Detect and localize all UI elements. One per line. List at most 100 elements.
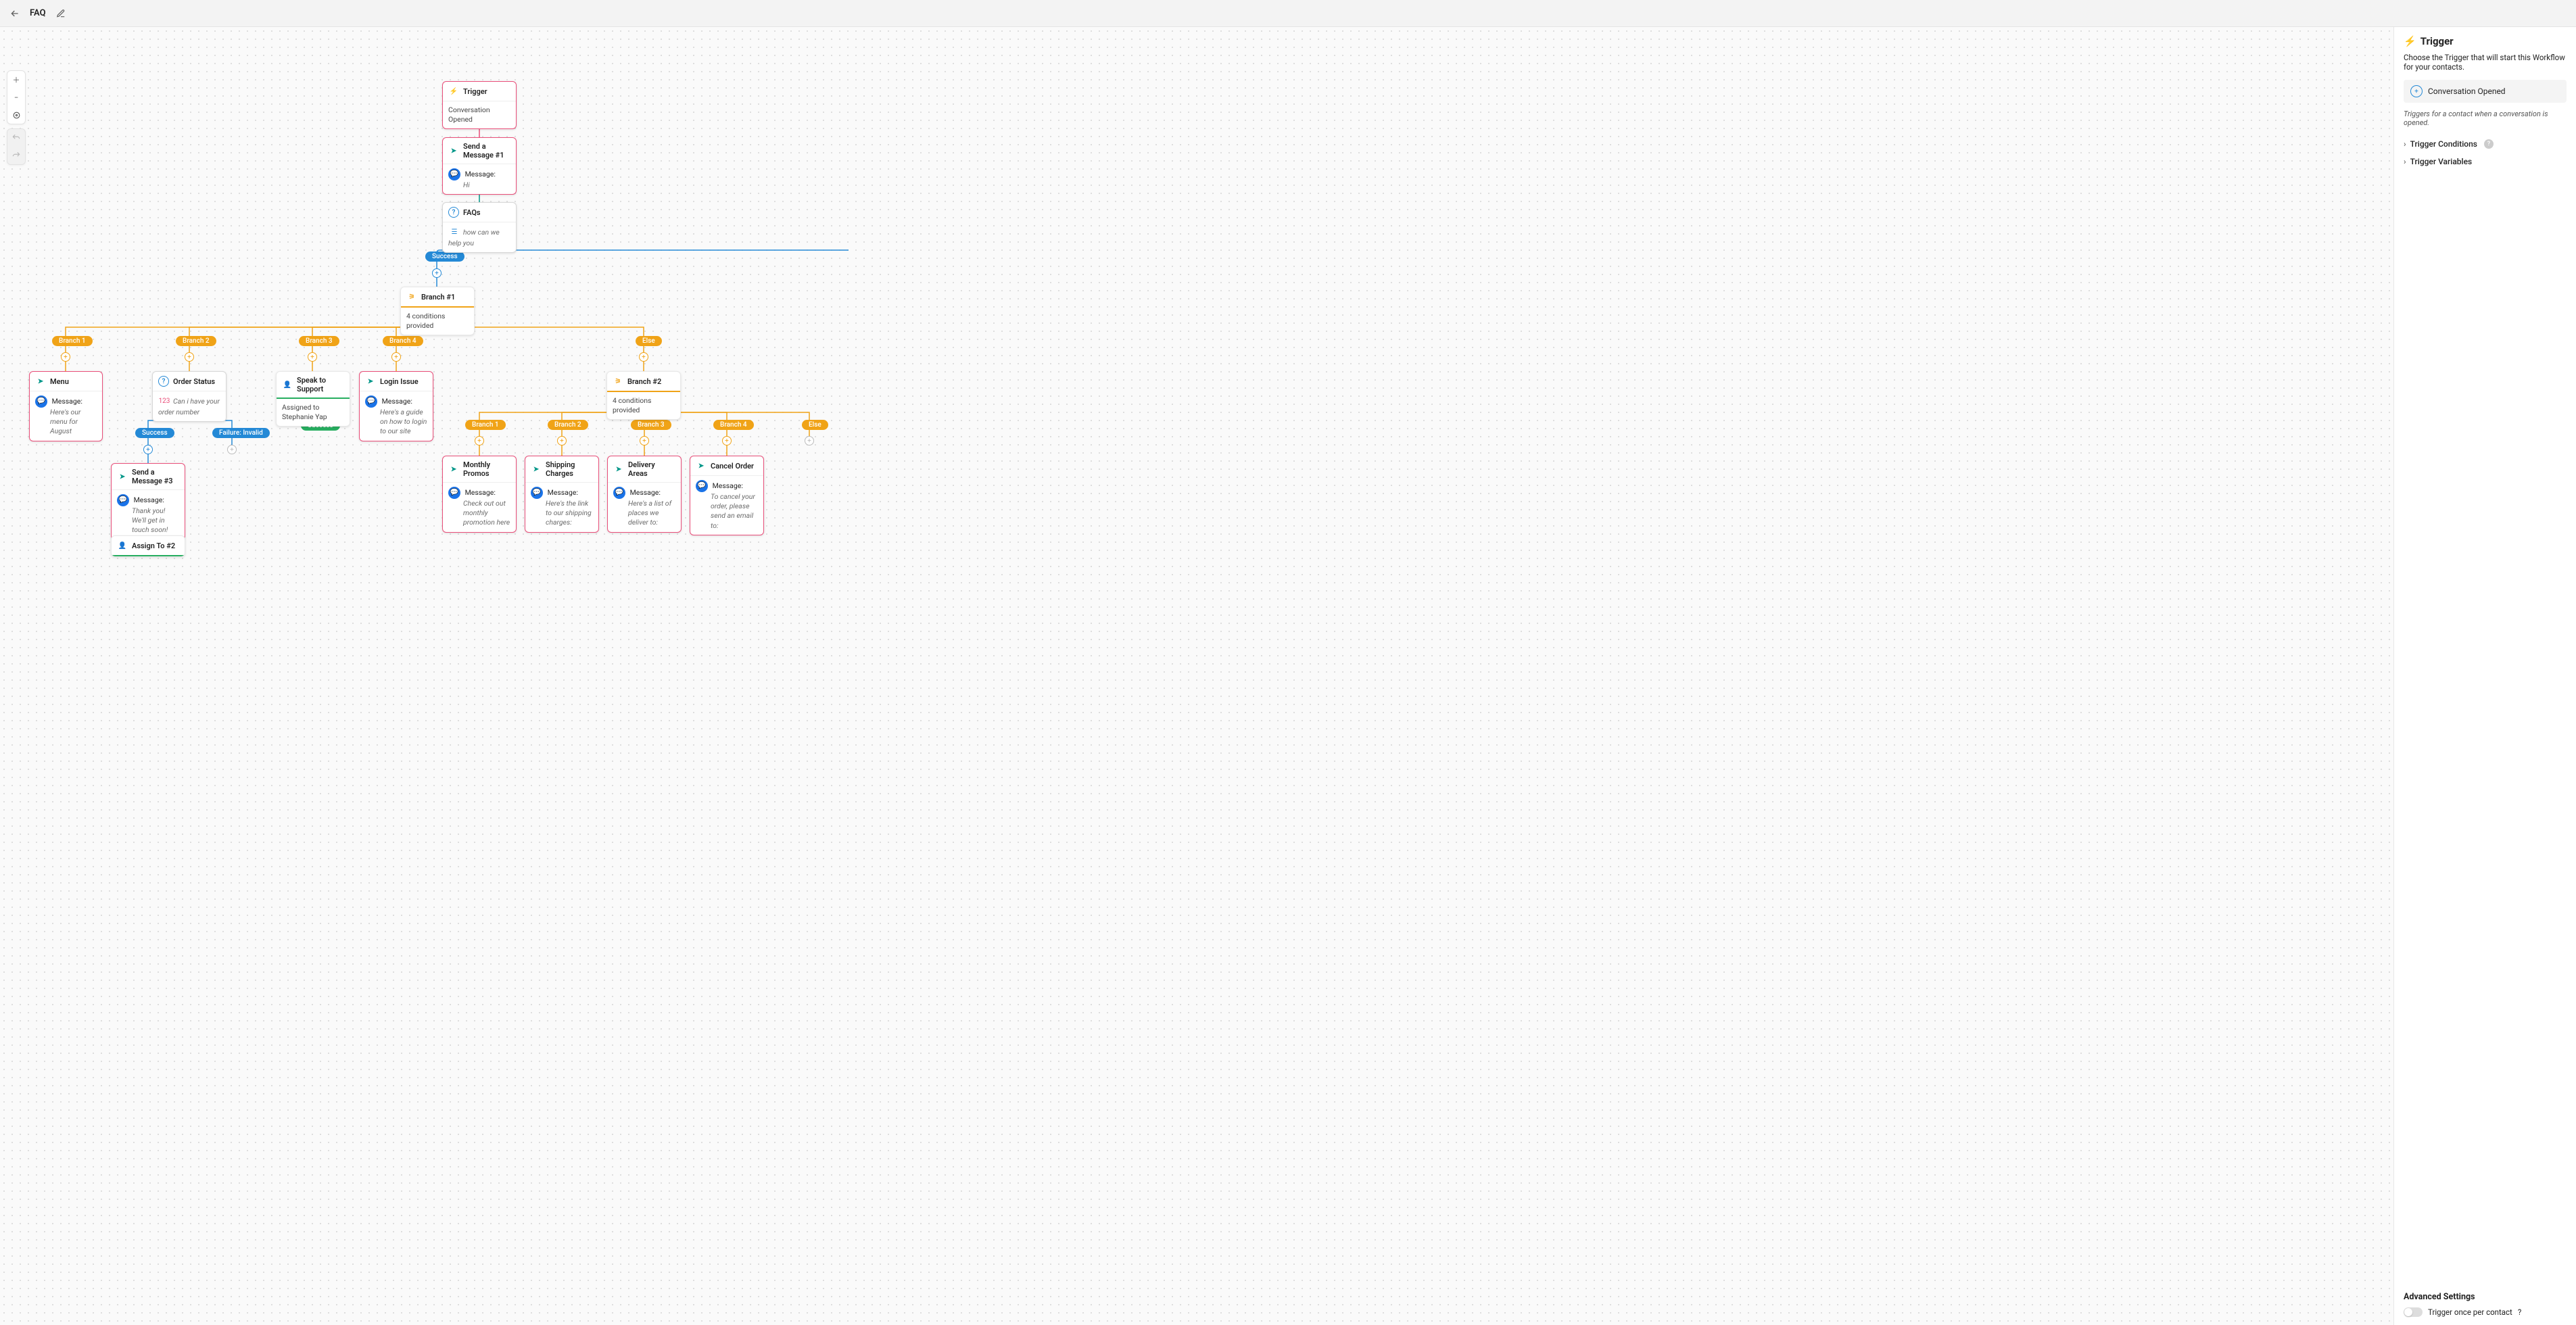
chat-icon: 💬 bbox=[365, 395, 377, 408]
message-text: Here's the link to our shipping charges: bbox=[546, 499, 593, 528]
branch-chip: Branch 3 bbox=[299, 336, 339, 346]
chat-icon: 💬 bbox=[117, 494, 129, 506]
help-icon[interactable]: ? bbox=[2518, 1307, 2521, 1317]
node-title: Send a Message #1 bbox=[463, 142, 510, 160]
node-title: Branch #2 bbox=[627, 377, 661, 386]
chevron-right-icon: › bbox=[2404, 139, 2406, 149]
node-body: 4 conditions provided bbox=[406, 312, 445, 330]
node-title: FAQs bbox=[463, 208, 481, 217]
back-button[interactable] bbox=[5, 4, 24, 23]
add-step-button[interactable]: + bbox=[432, 268, 442, 278]
connectors bbox=[0, 27, 2393, 1325]
branch-chip: Branch 2 bbox=[176, 336, 216, 346]
message-label: Message: bbox=[548, 488, 578, 497]
message-text: Here's our menu for August bbox=[50, 408, 97, 437]
node-body: 4 conditions provided bbox=[613, 396, 651, 414]
page-title: FAQ bbox=[30, 8, 46, 18]
trigger-conditions-toggle[interactable]: › Trigger Conditions ? bbox=[2404, 135, 2567, 153]
number-icon: 123 bbox=[158, 395, 170, 408]
branch-chip: Branch 3 bbox=[631, 420, 671, 430]
branch-chip: Branch 2 bbox=[548, 420, 588, 430]
node-shipping-charges[interactable]: ➤Shipping Charges 💬 Message: Here's the … bbox=[525, 456, 599, 533]
branch-icon: ⚞ bbox=[406, 291, 417, 302]
send-icon: ➤ bbox=[531, 464, 542, 475]
message-text: To cancel your order, please send an ema… bbox=[711, 492, 758, 531]
trigger-panel: ⚡ Trigger Choose the Trigger that will s… bbox=[2393, 27, 2576, 1325]
node-title: Send a Message #3 bbox=[132, 468, 179, 485]
add-step-button[interactable]: + bbox=[639, 352, 648, 362]
add-step-button[interactable]: + bbox=[61, 352, 70, 362]
add-step-button[interactable]: + bbox=[557, 436, 567, 445]
node-title: Login Issue bbox=[380, 377, 419, 386]
node-speak-to-support[interactable]: 👤Speak to Support Assigned to Stephanie … bbox=[276, 371, 350, 427]
node-branch-1[interactable]: ⚞Branch #1 4 conditions provided bbox=[400, 287, 475, 335]
question-icon: ? bbox=[158, 376, 169, 387]
message-label: Message: bbox=[52, 397, 82, 406]
add-step-button[interactable]: + bbox=[308, 352, 317, 362]
panel-title: Trigger bbox=[2420, 35, 2454, 47]
branch-chip: Else bbox=[636, 336, 662, 346]
add-step-button[interactable]: + bbox=[475, 436, 484, 445]
selected-trigger[interactable]: + Conversation Opened bbox=[2404, 80, 2567, 103]
question-icon: ? bbox=[448, 207, 459, 218]
node-login-issue[interactable]: ➤Login Issue 💬 Message: Here's a guide o… bbox=[359, 371, 433, 441]
node-title: Assign To #2 bbox=[132, 541, 175, 550]
message-label: Message: bbox=[465, 170, 496, 178]
node-title: Order Status bbox=[173, 377, 215, 386]
node-body: Assigned to Stephanie Yap bbox=[282, 403, 327, 421]
send-icon: ➤ bbox=[448, 145, 459, 156]
node-title: Speak to Support bbox=[297, 376, 344, 393]
chat-icon: 💬 bbox=[448, 168, 460, 180]
collapser-label: Trigger Conditions bbox=[2410, 139, 2477, 149]
chat-icon: 💬 bbox=[35, 395, 47, 408]
node-assign-to-2[interactable]: 👤 Assign To #2 bbox=[111, 535, 185, 557]
send-icon: ➤ bbox=[117, 471, 128, 482]
trigger-variables-toggle[interactable]: › Trigger Variables bbox=[2404, 153, 2567, 170]
add-step-button[interactable]: + bbox=[640, 436, 649, 445]
edit-title-button[interactable] bbox=[51, 4, 70, 23]
node-body: Conversation Opened bbox=[448, 105, 490, 124]
node-title: Menu bbox=[50, 377, 69, 386]
node-title: Cancel Order bbox=[711, 462, 754, 471]
help-icon[interactable]: ? bbox=[2484, 139, 2494, 149]
node-delivery-areas[interactable]: ➤Delivery Areas 💬 Message: Here's a list… bbox=[607, 456, 682, 533]
add-step-button[interactable]: + bbox=[722, 436, 732, 445]
add-step-button[interactable]: + bbox=[185, 352, 194, 362]
list-icon: ☰ bbox=[448, 226, 460, 239]
node-monthly-promos[interactable]: ➤Monthly Promos 💬 Message: Check out out… bbox=[442, 456, 517, 533]
branch-chip: Branch 1 bbox=[465, 420, 506, 430]
trigger-once-toggle[interactable] bbox=[2404, 1307, 2423, 1317]
node-menu[interactable]: ➤Menu 💬 Message: Here's our menu for Aug… bbox=[29, 371, 103, 441]
trigger-hint: Triggers for a contact when a conversati… bbox=[2404, 110, 2567, 127]
send-icon: ➤ bbox=[365, 376, 376, 387]
node-trigger[interactable]: ⚡Trigger Conversation Opened bbox=[442, 81, 517, 129]
add-step-button[interactable]: + bbox=[391, 352, 401, 362]
node-send-message-3[interactable]: ➤Send a Message #3 💬 Message: Thank you!… bbox=[111, 463, 185, 540]
send-icon: ➤ bbox=[613, 464, 624, 475]
message-label: Message: bbox=[382, 397, 412, 406]
advanced-settings-title: Advanced Settings bbox=[2404, 1292, 2567, 1302]
node-send-message-1[interactable]: ➤ Send a Message #1 💬 Message: Hi bbox=[442, 137, 517, 195]
branch-chip-failure: Failure: Invalid bbox=[212, 428, 270, 438]
node-title: Shipping Charges bbox=[546, 460, 593, 478]
add-step-button[interactable]: + bbox=[805, 436, 814, 445]
message-text: Hi bbox=[463, 180, 470, 190]
collapser-label: Trigger Variables bbox=[2410, 157, 2473, 166]
node-order-status[interactable]: ?Order Status 123Can i have your order n… bbox=[152, 371, 226, 422]
node-title: Monthly Promos bbox=[463, 460, 510, 478]
workflow-canvas[interactable]: ＋ − bbox=[0, 27, 2393, 1325]
message-text: Here's a list of places we deliver to: bbox=[628, 499, 675, 528]
add-step-button[interactable]: + bbox=[227, 445, 237, 454]
topbar: FAQ bbox=[0, 0, 2576, 27]
message-label: Message: bbox=[134, 496, 164, 504]
message-label: Message: bbox=[465, 488, 496, 497]
user-icon: 👤 bbox=[117, 540, 128, 551]
add-step-button[interactable]: + bbox=[143, 445, 153, 454]
node-faqs[interactable]: ?FAQs ☰how can we help you bbox=[442, 202, 517, 253]
node-branch-2[interactable]: ⚞Branch #2 4 conditions provided bbox=[606, 371, 681, 420]
chat-icon: 💬 bbox=[696, 480, 708, 492]
chat-icon: 💬 bbox=[613, 487, 625, 499]
selected-trigger-label: Conversation Opened bbox=[2428, 87, 2506, 96]
bolt-icon: ⚡ bbox=[448, 86, 459, 97]
node-cancel-order[interactable]: ➤Cancel Order 💬 Message: To cancel your … bbox=[690, 456, 764, 535]
